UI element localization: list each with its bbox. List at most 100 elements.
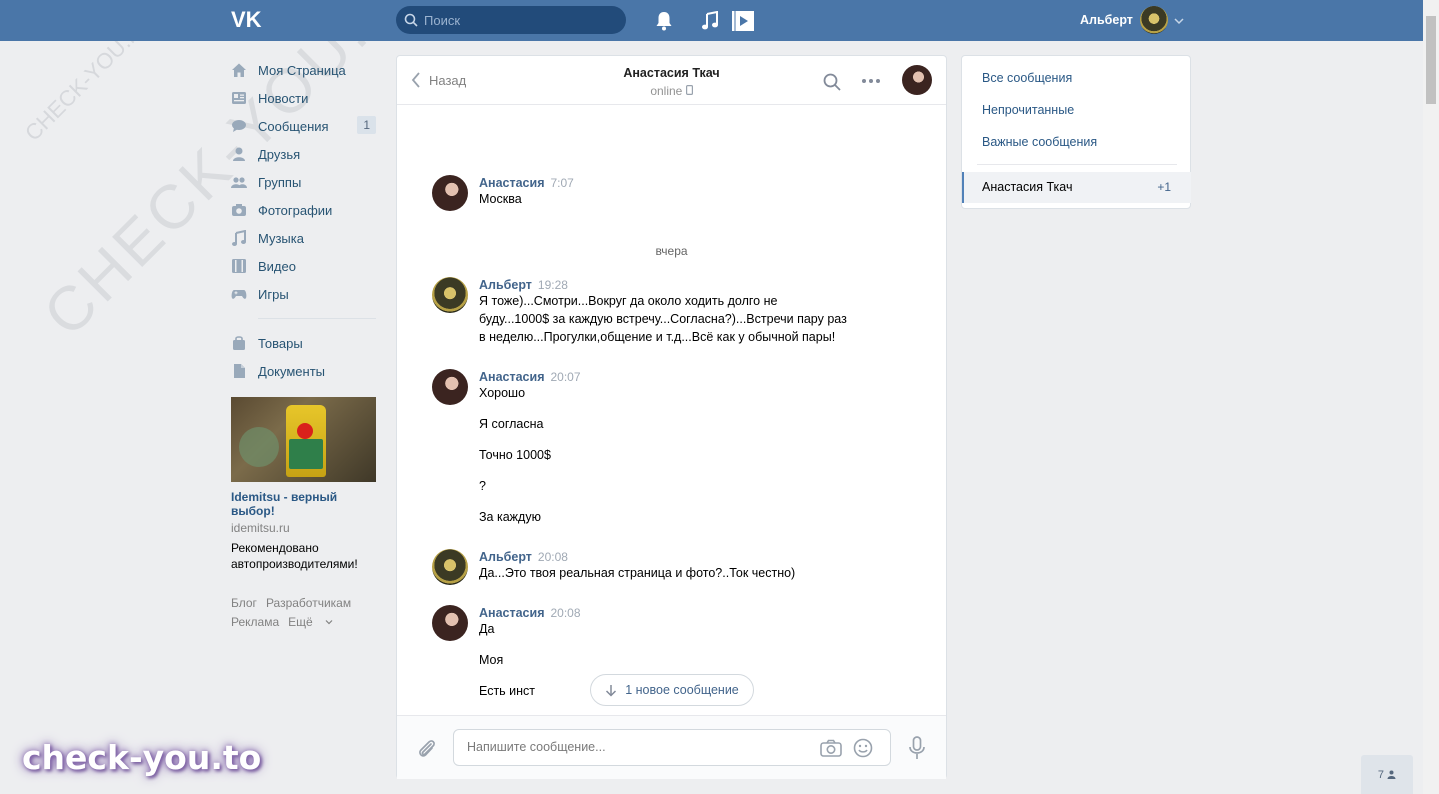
- nav-item-friends[interactable]: Друзья: [231, 140, 376, 168]
- avatar[interactable]: [432, 549, 468, 585]
- more-icon[interactable]: [861, 73, 881, 94]
- smile-icon[interactable]: [853, 738, 873, 761]
- nav-item-photos[interactable]: Фотографии: [231, 196, 376, 224]
- chat-panel: Назад Анастасия Ткач online Анастасия 7:0…: [396, 55, 947, 779]
- chat-partner-avatar[interactable]: [902, 65, 932, 95]
- message-input-box[interactable]: [453, 729, 891, 766]
- message-author[interactable]: Анастасия: [479, 176, 545, 190]
- online-counter[interactable]: 7: [1361, 755, 1413, 794]
- nav-item-label: Фотографии: [258, 202, 333, 218]
- ad-block[interactable]: Idemitsu - верный выбор! idemitsu.ru Рек…: [231, 397, 376, 572]
- search-icon: [404, 13, 418, 27]
- menu-important[interactable]: Важные сообщения: [982, 135, 1097, 149]
- ad-text: Рекомендовано автопроизводителями!: [231, 541, 358, 571]
- nav-item-label: Документы: [258, 363, 326, 379]
- play-icon[interactable]: [732, 10, 754, 32]
- search-box[interactable]: [396, 6, 626, 34]
- gamepad-icon: [231, 286, 247, 302]
- menu-active-conversation[interactable]: Анастасия Ткач +1: [962, 172, 1191, 203]
- message-composer: [397, 715, 946, 779]
- messages-count-badge: 1: [357, 116, 376, 134]
- document-icon: [231, 363, 247, 379]
- footer-link-ads[interactable]: Реклама: [231, 615, 279, 629]
- menu-unread[interactable]: Непрочитанные: [982, 103, 1074, 117]
- mobile-icon: [685, 85, 693, 96]
- avatar[interactable]: [432, 175, 468, 211]
- day-separator: вчера: [655, 244, 688, 258]
- nav-item-label: Игры: [258, 286, 289, 302]
- nav-item-goods[interactable]: Товары: [231, 329, 376, 357]
- message-time: 7:07: [550, 176, 574, 190]
- message-author[interactable]: Альберт: [479, 278, 532, 292]
- nav-item-label: Друзья: [258, 146, 301, 162]
- nav-item-label: Группы: [258, 174, 302, 190]
- ad-title[interactable]: Idemitsu - верный выбор!: [231, 490, 376, 518]
- message-author[interactable]: Анастасия: [479, 606, 545, 620]
- nav-item-my-page[interactable]: Моя Страница: [231, 56, 376, 84]
- scrollbar[interactable]: [1423, 0, 1439, 794]
- nav-item-label: Видео: [258, 258, 296, 274]
- scrollbar-thumb[interactable]: [1426, 16, 1436, 104]
- avatar[interactable]: [432, 605, 468, 641]
- ad-image[interactable]: [231, 397, 376, 482]
- messages-icon: [231, 118, 247, 134]
- nav-item-messages[interactable]: Сообщения 1: [231, 112, 376, 140]
- nav-item-groups[interactable]: Группы: [231, 168, 376, 196]
- conversation-name: Анастасия Ткач: [982, 180, 1073, 194]
- avatar[interactable]: [432, 369, 468, 405]
- message-text: Я согласна: [479, 417, 544, 431]
- bell-icon[interactable]: [653, 10, 675, 32]
- vk-logo-icon[interactable]: VK: [231, 7, 265, 32]
- microphone-icon[interactable]: [908, 736, 926, 763]
- nav-item-label: Сообщения: [258, 118, 329, 134]
- search-input[interactable]: [424, 12, 614, 28]
- person-icon: [1387, 770, 1396, 779]
- message-text: Хорошо: [479, 386, 526, 400]
- nav-item-music[interactable]: Музыка: [231, 224, 376, 252]
- paperclip-icon[interactable]: [417, 738, 437, 763]
- footer-link-developers[interactable]: Разработчикам: [266, 596, 351, 610]
- footer-links: Блог Разработчикам Реклама Ещё: [231, 594, 376, 632]
- message-author[interactable]: Анастасия: [479, 370, 545, 384]
- chevron-down-icon[interactable]: [1174, 14, 1184, 29]
- message-time: 20:08: [550, 606, 581, 620]
- music-icon[interactable]: [699, 10, 721, 32]
- footer-link-more[interactable]: Ещё: [288, 615, 333, 629]
- footer-link-blog[interactable]: Блог: [231, 596, 257, 610]
- video-icon: [231, 258, 247, 274]
- avatar[interactable]: [432, 277, 468, 313]
- header-user-name[interactable]: Альберт: [1080, 13, 1133, 27]
- camera-icon[interactable]: [820, 739, 842, 760]
- home-icon: [231, 62, 247, 78]
- nav-item-news[interactable]: Новости: [231, 84, 376, 112]
- header-avatar[interactable]: [1140, 6, 1168, 34]
- nav-item-label: Новости: [258, 90, 309, 106]
- message-text: Моя: [479, 653, 504, 667]
- message-group: Альберт 20:08 Да...Это твоя реальная стра…: [432, 549, 912, 585]
- nav-item-video[interactable]: Видео: [231, 252, 376, 280]
- groups-icon: [231, 174, 247, 190]
- new-message-button[interactable]: 1 новое сообщение: [590, 674, 754, 706]
- message-group: Анастасия 20:07 Хорошо Я согласна Точно 1…: [432, 369, 912, 526]
- menu-divider: [977, 164, 1177, 165]
- brand-watermark: check-you.to: [22, 738, 262, 777]
- message-time: 20:08: [537, 550, 568, 564]
- message-author[interactable]: Альберт: [479, 550, 532, 564]
- nav-item-documents[interactable]: Документы: [231, 357, 376, 385]
- ad-domain[interactable]: idemitsu.ru: [231, 521, 376, 535]
- message-input[interactable]: [467, 740, 797, 754]
- message-text: Я тоже)...Смотри...Вокруг да около ходит…: [479, 294, 778, 308]
- nav-item-games[interactable]: Игры: [231, 280, 376, 308]
- nav-item-label: Моя Страница: [258, 62, 346, 78]
- nav-item-label: Товары: [258, 335, 303, 351]
- arrow-down-icon: [606, 684, 617, 697]
- shopping-bag-icon: [231, 335, 247, 351]
- message-text: Да...Это твоя реальная страница и фото?.…: [479, 566, 796, 580]
- message-text: в неделю...Прогулки,общение и т.д...Всё …: [479, 330, 836, 344]
- top-bar: VK Альберт: [0, 0, 1423, 41]
- nav-item-label: Музыка: [258, 230, 304, 246]
- message-text: За каждую: [479, 510, 541, 524]
- message-text: буду...1000$ за каждую встречу...Согласн…: [479, 312, 847, 326]
- search-icon[interactable]: [823, 73, 841, 94]
- menu-all-messages[interactable]: Все сообщения: [982, 71, 1072, 85]
